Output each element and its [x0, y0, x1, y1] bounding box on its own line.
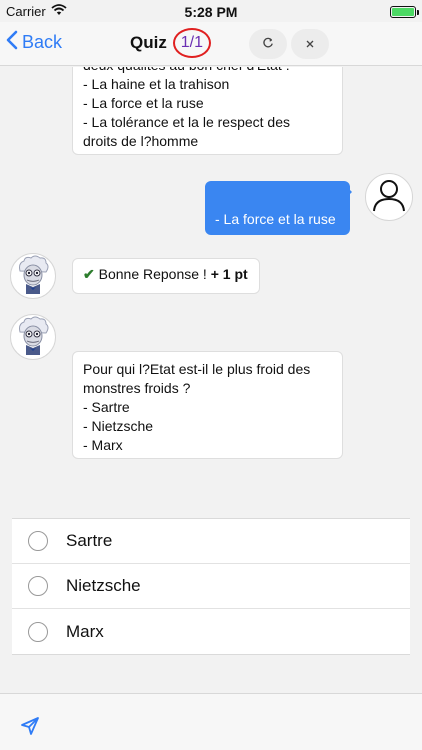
feedback-points: + 1 pt [210, 266, 248, 282]
bot-avatar [10, 314, 56, 360]
feedback-text: Bonne Reponse ! [98, 266, 211, 282]
question-line: - Sartre [83, 399, 130, 415]
status-bar: Carrier 5:28 PM [0, 0, 422, 22]
professor-icon [13, 254, 53, 298]
answer-options: Sartre Nietzsche Marx [12, 518, 410, 655]
quiz-progress-badge: 1/1 [172, 28, 211, 58]
bot-avatar [10, 253, 56, 299]
answer-option-label: Sartre [66, 531, 113, 550]
question-bubble-previous: deux qualités au bon chef d'Etat : - La … [72, 67, 343, 155]
battery-icon [390, 6, 419, 18]
answer-option-nietzsche[interactable]: Nietzsche [12, 564, 410, 609]
refresh-icon [262, 37, 274, 52]
close-button[interactable] [291, 29, 329, 59]
question-line: - La haine et la trahison [83, 76, 230, 92]
user-bubble-tail [347, 187, 352, 197]
answer-option-sartre[interactable]: Sartre [12, 519, 410, 564]
back-button[interactable]: Back [6, 30, 62, 55]
question-line: droits de l?homme [83, 133, 199, 149]
user-icon [369, 175, 409, 220]
send-icon [20, 717, 40, 740]
radio-button[interactable] [28, 576, 48, 596]
send-button[interactable] [20, 716, 40, 741]
question-line: - La tolérance et la le respect des [83, 114, 291, 130]
feedback-bubble: ✔ Bonne Reponse ! + 1 pt [72, 258, 260, 294]
user-answer-bubble: - La force et la ruse [205, 181, 350, 235]
quiz-title: Quiz [130, 33, 167, 52]
page-title: Quiz 1/1 [130, 28, 211, 58]
close-icon [305, 37, 315, 52]
answer-option-label: Nietzsche [66, 576, 141, 595]
user-avatar [365, 173, 413, 221]
question-line: - Nietzsche [83, 418, 154, 434]
user-answer-text: - La force et la ruse [215, 211, 336, 227]
professor-icon [13, 315, 53, 359]
radio-button[interactable] [28, 531, 48, 551]
answer-option-label: Marx [66, 621, 104, 641]
nav-bar: Back Quiz 1/1 [0, 22, 422, 66]
question-line: Pour qui l?Etat est-il le plus froid des [83, 361, 311, 377]
answer-option-marx[interactable]: Marx [12, 609, 410, 654]
question-line: deux qualités au bon chef d'Etat : [83, 67, 332, 75]
refresh-button[interactable] [249, 29, 287, 59]
check-icon: ✔ [83, 266, 95, 282]
question-line: monstres froids ? [83, 380, 191, 396]
question-line: - La force et la ruse [83, 95, 204, 111]
input-bar [0, 693, 422, 750]
question-line: - Marx [83, 437, 123, 453]
question-bubble-current: Pour qui l?Etat est-il le plus froid des… [72, 351, 343, 459]
battery-level [392, 8, 414, 16]
radio-button[interactable] [28, 621, 48, 642]
chat-area[interactable]: deux qualités au bon chef d'Etat : - La … [0, 67, 422, 517]
back-label: Back [22, 32, 63, 52]
chevron-left-icon [6, 30, 18, 55]
status-time: 5:28 PM [184, 4, 238, 20]
